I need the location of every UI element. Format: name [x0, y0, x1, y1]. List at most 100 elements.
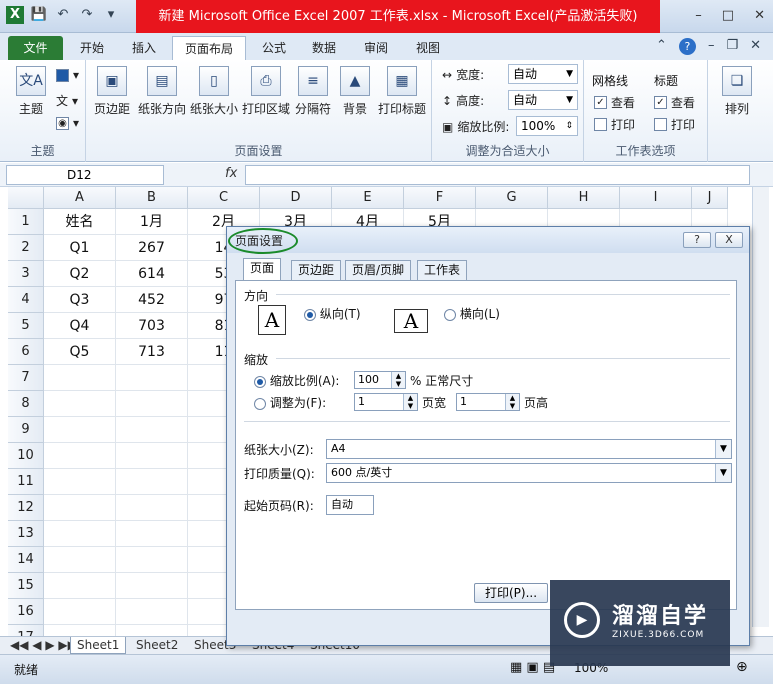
grid-cell[interactable]	[116, 521, 188, 547]
grid-cell[interactable]: Q2	[44, 261, 116, 287]
scale-spinner[interactable]: 100% ⇕	[516, 116, 578, 136]
grid-cell[interactable]: 713	[116, 339, 188, 365]
grid-cell[interactable]: Q1	[44, 235, 116, 261]
name-box[interactable]: D12	[6, 165, 164, 185]
row-header[interactable]: 12	[8, 495, 44, 521]
column-header[interactable]: C	[188, 187, 260, 209]
tab-formulas[interactable]: 公式	[254, 36, 294, 60]
grid-cell[interactable]	[44, 365, 116, 391]
landscape-radio[interactable]: 横向(L)	[444, 305, 500, 322]
height-dropdown[interactable]: 自动 ▼	[508, 90, 578, 110]
select-all-corner[interactable]	[8, 187, 44, 209]
grid-cell[interactable]	[116, 599, 188, 625]
row-header[interactable]: 7	[8, 365, 44, 391]
fit-wide-spinner[interactable]: 1 ▲ ▼	[354, 393, 418, 411]
paper-size-select[interactable]: A4 ▼	[326, 439, 732, 459]
theme-colors-icon[interactable]: ▾	[56, 68, 79, 82]
dialog-tab-sheet[interactable]: 工作表	[417, 260, 468, 280]
size-button[interactable]: ▯ 纸张大小	[188, 66, 240, 117]
help-icon[interactable]: ?	[678, 38, 696, 55]
view-buttons-icon[interactable]: ▦ ▣ ▤	[510, 660, 555, 675]
sheet-tab[interactable]: Sheet1	[70, 637, 127, 654]
grid-cell[interactable]	[116, 547, 188, 573]
gridlines-view-checkbox[interactable]: ✓ 查看	[594, 94, 635, 111]
column-header[interactable]: A	[44, 187, 116, 209]
column-header[interactable]: J	[692, 187, 728, 209]
scale-percent-spinner[interactable]: 100 ▲ ▼	[354, 371, 406, 389]
column-header[interactable]: H	[548, 187, 620, 209]
tab-page-layout[interactable]: 页面布局	[172, 36, 246, 60]
tab-file[interactable]: 文件	[8, 36, 63, 60]
save-icon[interactable]: 💾	[30, 6, 48, 24]
row-header[interactable]: 8	[8, 391, 44, 417]
grid-cell[interactable]	[116, 573, 188, 599]
grid-cell[interactable]: Q5	[44, 339, 116, 365]
grid-cell[interactable]: 267	[116, 235, 188, 261]
print-titles-button[interactable]: ▦ 打印标题	[376, 66, 428, 117]
row-header[interactable]: 1	[8, 209, 44, 235]
grid-cell[interactable]	[44, 443, 116, 469]
arrange-button[interactable]: ❏ 排列	[714, 66, 760, 117]
grid-cell[interactable]	[44, 391, 116, 417]
grid-cell[interactable]	[116, 365, 188, 391]
tab-home[interactable]: 开始	[72, 36, 112, 60]
row-header[interactable]: 10	[8, 443, 44, 469]
tab-review[interactable]: 审阅	[356, 36, 396, 60]
tab-view[interactable]: 视图	[408, 36, 448, 60]
column-header[interactable]: B	[116, 187, 188, 209]
grid-cell[interactable]	[116, 469, 188, 495]
row-header[interactable]: 11	[8, 469, 44, 495]
grid-cell[interactable]	[116, 391, 188, 417]
grid-cell[interactable]	[44, 469, 116, 495]
grid-cell[interactable]: 1月	[116, 209, 188, 235]
close-icon[interactable]: ✕	[754, 8, 765, 23]
orientation-button[interactable]: ▤ 纸张方向	[136, 66, 188, 117]
margins-button[interactable]: ▣ 页边距	[88, 66, 136, 117]
width-dropdown[interactable]: 自动 ▼	[508, 64, 578, 84]
row-header[interactable]: 6	[8, 339, 44, 365]
row-header[interactable]: 13	[8, 521, 44, 547]
customize-qat-icon[interactable]: ▾	[102, 6, 120, 24]
grid-cell[interactable]: 姓名	[44, 209, 116, 235]
fit-tall-spinner[interactable]: 1 ▲ ▼	[456, 393, 520, 411]
grid-cell[interactable]	[44, 573, 116, 599]
scale-adjust-radio[interactable]: 缩放比例(A):	[254, 372, 339, 389]
grid-cell[interactable]	[116, 495, 188, 521]
portrait-radio[interactable]: 纵向(T)	[304, 305, 361, 322]
tab-data[interactable]: 数据	[304, 36, 344, 60]
grid-cell[interactable]	[44, 417, 116, 443]
grid-cell[interactable]	[44, 547, 116, 573]
dialog-tab-header-footer[interactable]: 页眉/页脚	[345, 260, 412, 280]
undo-icon[interactable]: ↶	[54, 6, 72, 24]
row-header[interactable]: 16	[8, 599, 44, 625]
row-header[interactable]: 4	[8, 287, 44, 313]
column-header[interactable]: I	[620, 187, 692, 209]
formula-input[interactable]	[245, 165, 750, 185]
grid-cell[interactable]: 452	[116, 287, 188, 313]
print-quality-select[interactable]: 600 点/英寸 ▼	[326, 463, 732, 483]
vertical-scrollbar[interactable]	[752, 187, 769, 627]
zoom-in-icon[interactable]: ⊕	[736, 659, 748, 675]
column-header[interactable]: D	[260, 187, 332, 209]
print-button[interactable]: 打印(P)...	[474, 583, 548, 603]
theme-effects-icon[interactable]: ◉ ▾	[56, 116, 79, 130]
maximize-icon[interactable]: □	[722, 8, 734, 23]
dialog-close-button[interactable]: X	[715, 232, 743, 248]
first-page-input[interactable]: 自动	[326, 495, 374, 515]
redo-icon[interactable]: ↷	[78, 6, 96, 24]
headings-print-checkbox[interactable]: 打印	[654, 116, 695, 133]
theme-fonts-icon[interactable]: 文 ▾	[56, 92, 78, 109]
column-header[interactable]: E	[332, 187, 404, 209]
doc-restore-icon[interactable]: ❐	[726, 38, 738, 55]
gridlines-print-checkbox[interactable]: 打印	[594, 116, 635, 133]
row-header[interactable]: 15	[8, 573, 44, 599]
background-button[interactable]: ▲ 背景	[334, 66, 376, 117]
row-header[interactable]: 9	[8, 417, 44, 443]
grid-cell[interactable]	[116, 443, 188, 469]
row-header[interactable]: 14	[8, 547, 44, 573]
doc-close-icon[interactable]: ✕	[750, 38, 761, 55]
themes-button[interactable]: 文A 主题	[8, 66, 54, 117]
grid-cell[interactable]	[44, 599, 116, 625]
row-header[interactable]: 2	[8, 235, 44, 261]
breaks-button[interactable]: ≡ 分隔符	[292, 66, 334, 117]
